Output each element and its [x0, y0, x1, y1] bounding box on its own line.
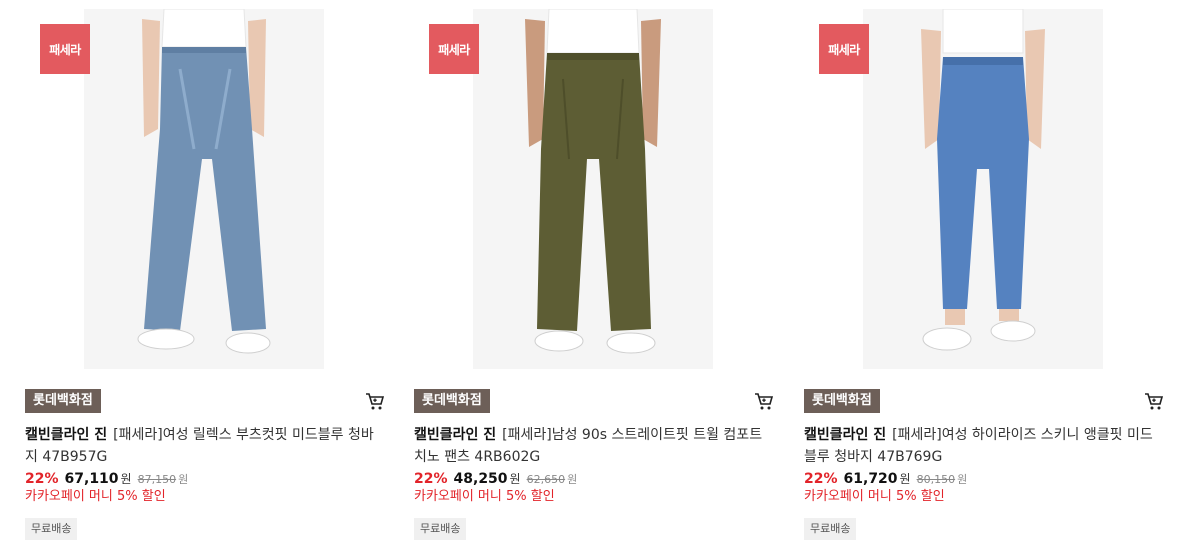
store-badge: 롯데백화점: [414, 389, 490, 413]
shipping-badge: 무료배송: [414, 518, 467, 540]
product-card[interactable]: 패세라 롯데백화점 캘빈클라인 진 [패세라]여성 하이라이즈 스키니 앵클핏 미…: [804, 0, 1164, 556]
cart-icon[interactable]: [753, 390, 775, 412]
product-card[interactable]: 패세라 롯데백화점 캘빈클라인 진 [패세라]여성 릴렉스 부츠컷핏 미드블루 청…: [25, 0, 385, 556]
price-unit: 원: [509, 472, 521, 486]
original-price: 87,150: [137, 473, 177, 486]
product-image[interactable]: [473, 9, 713, 369]
original-price-unit: 원: [957, 473, 968, 486]
sale-price: 48,250: [453, 471, 508, 487]
sale-price: 67,110: [64, 471, 119, 487]
store-badge: 롯데백화점: [25, 389, 101, 413]
product-photo: [84, 9, 324, 369]
original-price-unit: 원: [567, 473, 578, 486]
pay-benefit: 카카오페이 머니 5% 할인: [804, 489, 945, 504]
brand-name: 캘빈클라인 진: [414, 427, 497, 443]
product-title[interactable]: 캘빈클라인 진 [패세라]여성 하이라이즈 스키니 앵클핏 미드블루 청바지 47…: [804, 424, 1154, 468]
product-title[interactable]: 캘빈클라인 진 [패세라]남성 90s 스트레이트핏 트윌 컴포트 치노 팬츠 4…: [414, 424, 764, 468]
shipping-badge: 무료배송: [804, 518, 857, 540]
sale-price: 61,720: [843, 471, 898, 487]
price-unit: 원: [899, 472, 911, 486]
pay-benefit: 카카오페이 머니 5% 할인: [25, 489, 166, 504]
store-badge: 롯데백화점: [804, 389, 880, 413]
original-price: 62,650: [526, 473, 566, 486]
promo-logo-badge: 패세라: [819, 24, 869, 74]
cart-icon[interactable]: [1143, 390, 1165, 412]
shipping-badge: 무료배송: [25, 518, 78, 540]
promo-logo-badge: 패세라: [429, 24, 479, 74]
cart-icon[interactable]: [364, 390, 386, 412]
brand-name: 캘빈클라인 진: [25, 427, 108, 443]
price-unit: 원: [120, 472, 132, 486]
original-price-unit: 원: [178, 473, 189, 486]
discount-rate: 22%: [25, 471, 59, 487]
product-photo: [863, 9, 1103, 369]
product-image[interactable]: [84, 9, 324, 369]
pay-benefit: 카카오페이 머니 5% 할인: [414, 489, 555, 504]
original-price: 80,150: [916, 473, 956, 486]
brand-name: 캘빈클라인 진: [804, 427, 887, 443]
product-card[interactable]: 패세라 롯데백화점 캘빈클라인 진 [패세라]남성 90s 스트레이트핏 트윌 컴…: [414, 0, 774, 556]
product-title[interactable]: 캘빈클라인 진 [패세라]여성 릴렉스 부츠컷핏 미드블루 청바지 47B957G: [25, 424, 375, 468]
promo-logo-badge: 패세라: [40, 24, 90, 74]
product-image[interactable]: [863, 9, 1103, 369]
discount-rate: 22%: [414, 471, 448, 487]
discount-rate: 22%: [804, 471, 838, 487]
product-photo: [473, 9, 713, 369]
